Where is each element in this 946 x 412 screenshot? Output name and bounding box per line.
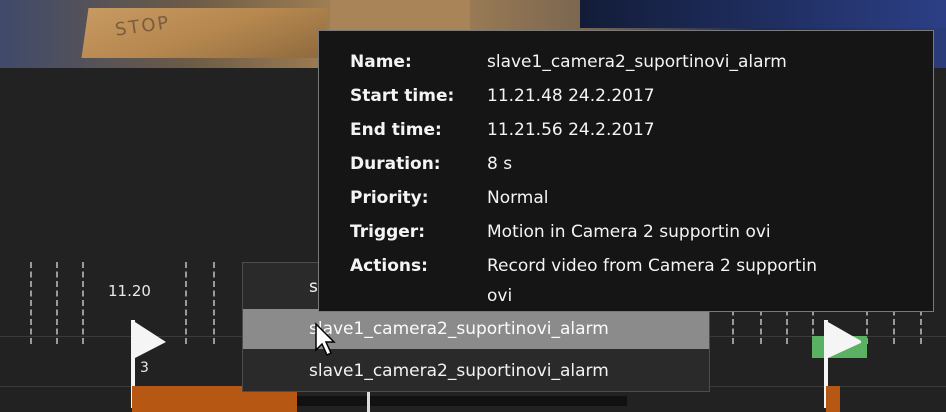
alarm-list-item-label: slave1_camera2_suportinovi_alarm (309, 319, 609, 339)
duration-label: Duration: (350, 154, 441, 174)
end-time-value: 11.21.56 24.2.2017 (487, 120, 655, 140)
actions-value-line1: Record video from Camera 2 supportin (487, 256, 818, 276)
name-value: slave1_camera2_suportinovi_alarm (487, 52, 787, 72)
alarm-list-item[interactable]: slave1_camera2_suportinovi_alarm (243, 351, 709, 391)
timeline-gridline (82, 262, 84, 344)
tooltip-row-start: Start time: 11.21.48 24.2.2017 (319, 79, 935, 113)
end-time-label: End time: (350, 120, 442, 140)
start-time-value: 11.21.48 24.2.2017 (487, 86, 655, 106)
actions-value-line2: ovi (487, 286, 513, 306)
timeline-gridline (56, 262, 58, 344)
playhead-marker[interactable] (367, 392, 370, 412)
alarm-list-item-label: s (309, 277, 318, 297)
recording-bar-2[interactable] (826, 386, 840, 412)
priority-value: Normal (487, 188, 549, 208)
video-background (580, 0, 946, 28)
tooltip-row-name: Name: slave1_camera2_suportinovi_alarm (319, 45, 935, 79)
start-time-label: Start time: (350, 86, 455, 106)
mouse-pointer-icon (315, 322, 336, 356)
timeline-time-label: 11.20 (108, 282, 151, 300)
tooltip-row-priority: Priority: Normal (319, 181, 935, 215)
tooltip-row-end: End time: 11.21.56 24.2.2017 (319, 113, 935, 147)
trigger-value: Motion in Camera 2 supportin ovi (487, 222, 771, 242)
alarm-details-tooltip: Name: slave1_camera2_suportinovi_alarm S… (318, 30, 934, 312)
tooltip-row-duration: Duration: 8 s (319, 147, 935, 181)
duration-value: 8 s (487, 154, 513, 174)
name-label: Name: (350, 52, 412, 72)
alarm-list-item-highlighted[interactable]: slave1_camera2_suportinovi_alarm (243, 309, 709, 349)
timeline-gridline (213, 262, 215, 344)
actions-label: Actions: (350, 256, 428, 276)
recording-gap (297, 396, 627, 406)
alarm-list-item-label: slave1_camera2_suportinovi_alarm (309, 361, 609, 381)
tooltip-row-trigger: Trigger: Motion in Camera 2 supportin ov… (319, 215, 935, 249)
alarm-timeline-view: STOP 11.20 3 s slave1_camera2_suportinov… (0, 0, 946, 412)
event-count-label: 3 (140, 360, 149, 376)
timeline-gridline (30, 262, 32, 344)
tooltip-row-actions: Actions: Record video from Camera 2 supp… (319, 249, 935, 313)
priority-label: Priority: (350, 188, 429, 208)
timeline-gridline (185, 262, 187, 344)
trigger-label: Trigger: (350, 222, 425, 242)
